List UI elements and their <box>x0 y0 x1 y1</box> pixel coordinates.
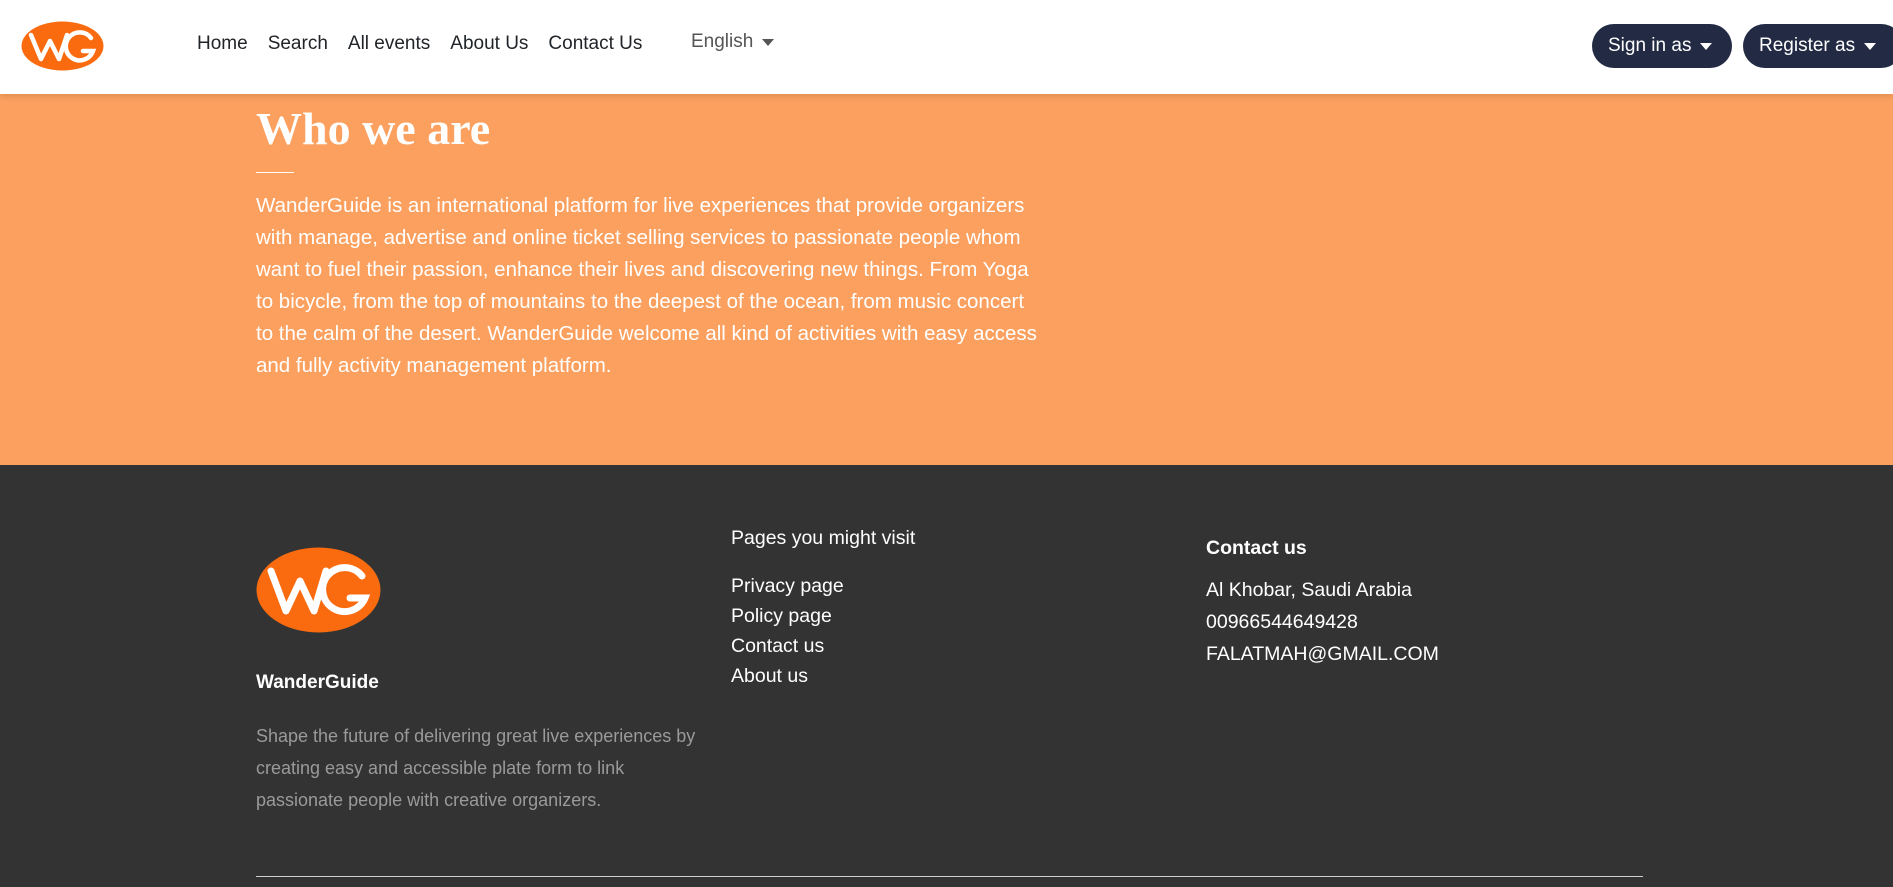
footer: WanderGuide Shape the future of deliveri… <box>0 465 1893 887</box>
nav-about-us[interactable]: About Us <box>450 33 528 55</box>
footer-brand-name: WanderGuide <box>256 672 379 693</box>
footer-link-about[interactable]: About us <box>731 661 915 691</box>
footer-description: Shape the future of delivering great liv… <box>256 726 696 810</box>
contact-heading: Contact us <box>1206 537 1307 559</box>
contact-address: Al Khobar, Saudi Arabia <box>1206 579 1412 601</box>
nav-links: Home Search All events About Us Contact … <box>197 33 662 55</box>
pages-heading: Pages you might visit <box>731 527 916 549</box>
footer-logo <box>256 547 381 633</box>
about-description: WanderGuide is an international platform… <box>256 194 1037 377</box>
sign-in-dropdown-button[interactable]: Sign in as <box>1592 24 1732 68</box>
title-divider <box>256 172 294 173</box>
footer-link-contact[interactable]: Contact us <box>731 631 915 661</box>
register-label: Register as <box>1759 35 1856 56</box>
footer-contact-column: Contact us Al Khobar, Saudi Arabia 00966… <box>1206 537 1439 670</box>
language-dropdown[interactable]: English <box>691 31 775 53</box>
register-dropdown-button[interactable]: Register as <box>1743 24 1893 68</box>
wanderguide-logo[interactable] <box>21 21 104 71</box>
nav-all-events[interactable]: All events <box>348 33 430 55</box>
nav-search[interactable]: Search <box>268 33 328 55</box>
who-we-are-section: Who we are WanderGuide is an internation… <box>0 94 1893 465</box>
footer-divider <box>256 876 1643 877</box>
contact-phone: 00966544649428 <box>1206 611 1358 633</box>
caret-down-icon <box>1864 42 1877 50</box>
sign-in-label: Sign in as <box>1608 35 1692 56</box>
navbar: Home Search All events About Us Contact … <box>0 0 1893 94</box>
language-label: English <box>691 31 754 52</box>
nav-contact-us[interactable]: Contact Us <box>548 33 642 55</box>
footer-link-policy[interactable]: Policy page <box>731 601 915 631</box>
caret-down-icon <box>1700 42 1713 50</box>
footer-pages-column: Pages you might visit Privacy page Polic… <box>731 527 915 691</box>
caret-down-icon <box>762 38 775 46</box>
contact-email: FALATMAH@GMAIL.COM <box>1206 643 1439 665</box>
nav-home[interactable]: Home <box>197 33 248 55</box>
footer-link-privacy[interactable]: Privacy page <box>731 571 915 601</box>
section-title: Who we are <box>256 103 491 154</box>
